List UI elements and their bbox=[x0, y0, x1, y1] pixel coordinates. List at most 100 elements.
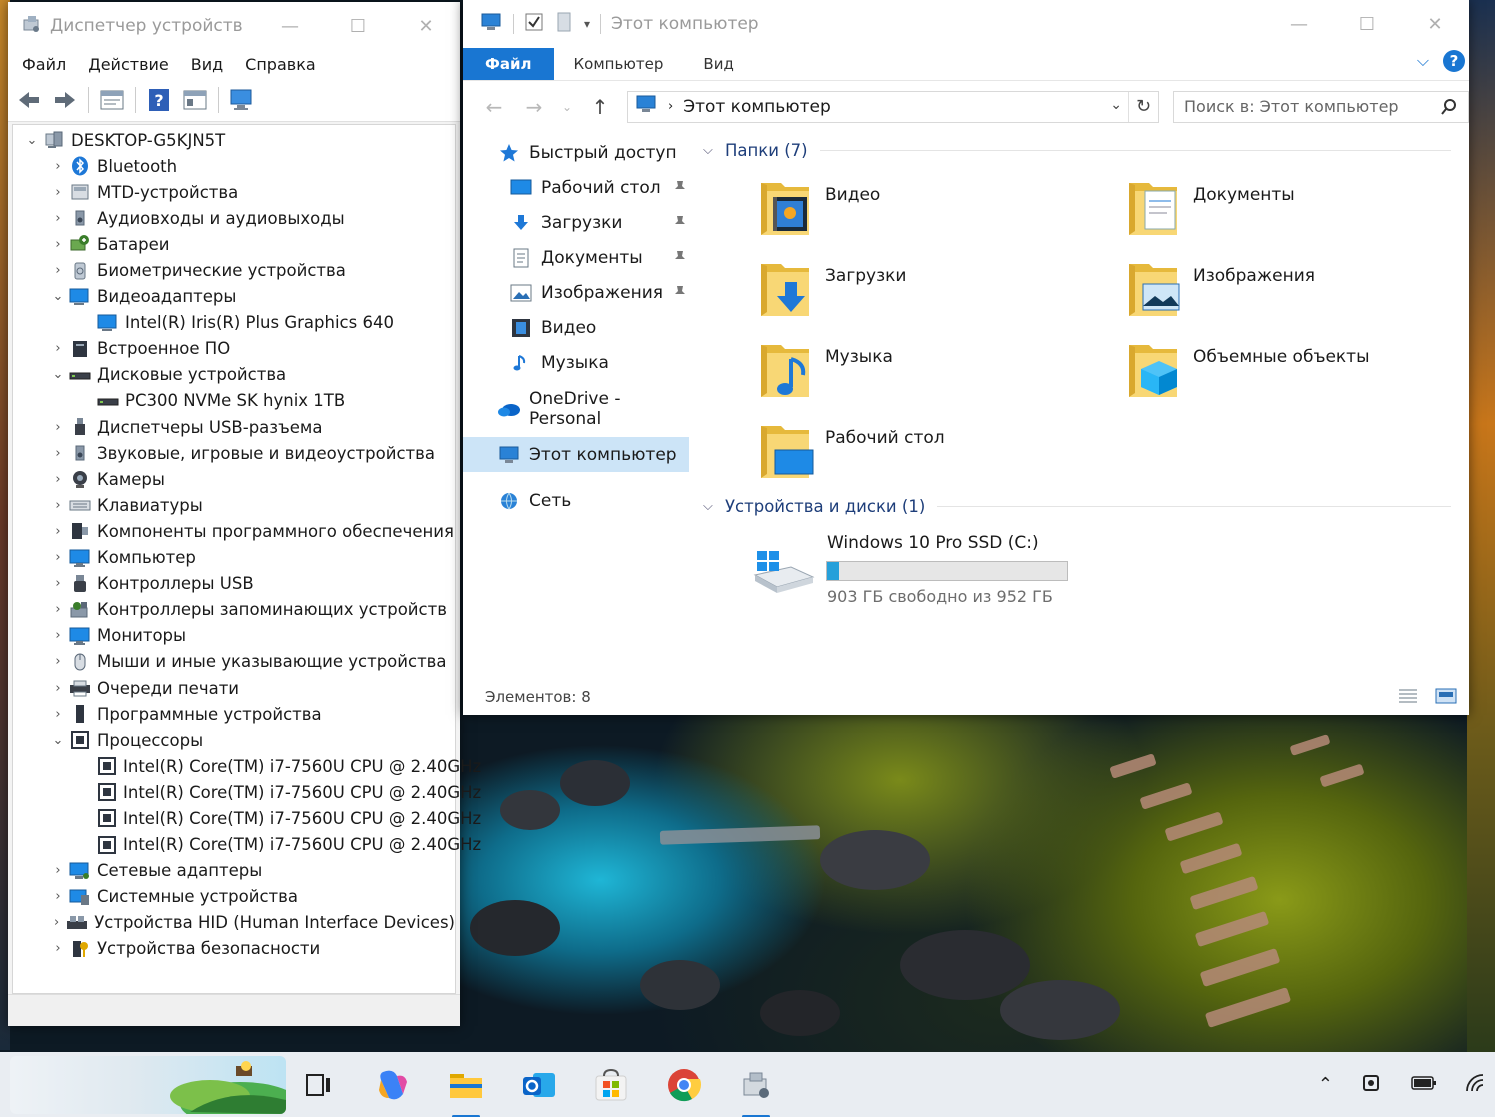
help-icon[interactable]: ? bbox=[1443, 50, 1465, 72]
chevron-right-icon[interactable]: › bbox=[47, 341, 69, 356]
drive-tile[interactable]: Windows 10 Pro SSD (C:) 903 ГБ свободно … bbox=[703, 521, 1463, 631]
tree-category[interactable]: › Сетевые адаптеры bbox=[13, 858, 455, 884]
chevron-right-icon[interactable]: › bbox=[47, 602, 69, 617]
folder-tile[interactable]: Видео bbox=[759, 175, 1099, 239]
tree-device[interactable]: Intel(R) Core(TM) i7-7560U CPU @ 2.40GHz bbox=[13, 779, 481, 805]
menu-help[interactable]: Справка bbox=[245, 55, 316, 74]
folder-tile[interactable]: Музыка bbox=[759, 337, 1099, 401]
new-folder-icon[interactable] bbox=[554, 12, 574, 36]
chevron-right-icon[interactable]: › bbox=[47, 550, 69, 565]
folder-tile[interactable]: Изображения bbox=[1127, 256, 1467, 320]
menu-action[interactable]: Действие bbox=[88, 55, 169, 74]
menu-file[interactable]: Файл bbox=[22, 55, 66, 74]
pin-icon[interactable] bbox=[673, 249, 687, 269]
large-icons-view-icon[interactable] bbox=[1435, 687, 1457, 709]
pin-icon[interactable] bbox=[673, 179, 687, 199]
tree-device[interactable]: Intel(R) Core(TM) i7-7560U CPU @ 2.40GHz bbox=[13, 805, 481, 831]
tree-category[interactable]: › Аудиовходы и аудиовыходы bbox=[13, 205, 455, 231]
devices-group-header[interactable]: ⌵ Устройства и диски (1) bbox=[703, 491, 1463, 521]
chevron-right-icon[interactable]: › bbox=[47, 681, 69, 696]
forward-arrow-icon[interactable]: → bbox=[521, 95, 547, 119]
recent-locations-icon[interactable]: ⌄ bbox=[561, 100, 573, 114]
tree-category[interactable]: › Очереди печати bbox=[13, 675, 455, 701]
chevron-right-icon[interactable]: › bbox=[47, 524, 69, 539]
tree-category[interactable]: › Программные устройства bbox=[13, 701, 455, 727]
tree-category[interactable]: › Встроенное ПО bbox=[13, 336, 455, 362]
chevron-right-icon[interactable]: › bbox=[47, 159, 69, 174]
chevron-right-icon[interactable]: › bbox=[47, 472, 69, 487]
file-explorer-icon[interactable] bbox=[444, 1063, 488, 1117]
address-dropdown-icon[interactable]: ⌄ bbox=[1110, 97, 1122, 113]
tree-device[interactable]: PC300 NVMe SK hynix 1TB bbox=[13, 388, 455, 414]
search-input[interactable]: Поиск в: Этот компьютер bbox=[1173, 90, 1469, 123]
chevron-right-icon[interactable]: › bbox=[47, 263, 69, 278]
copilot-icon[interactable] bbox=[371, 1063, 415, 1107]
nav-item[interactable]: Быстрый доступ bbox=[463, 135, 693, 170]
breadcrumb-separator-icon[interactable]: › bbox=[668, 99, 673, 114]
chevron-right-icon[interactable]: › bbox=[47, 498, 69, 513]
tree-category[interactable]: ⌄ Дисковые устройства bbox=[13, 362, 455, 388]
tab-computer[interactable]: Компьютер bbox=[554, 48, 684, 80]
chrome-icon[interactable] bbox=[662, 1063, 706, 1107]
chevron-right-icon[interactable]: › bbox=[47, 915, 66, 930]
meet-now-icon[interactable] bbox=[1361, 1072, 1383, 1098]
tree-category[interactable]: › Батареи bbox=[13, 231, 455, 257]
device-manager-titlebar[interactable]: Диспетчер устройств — ☐ ✕ bbox=[8, 2, 460, 50]
close-button[interactable]: ✕ bbox=[1401, 0, 1469, 48]
minimize-button[interactable]: — bbox=[1265, 0, 1333, 48]
tree-category[interactable]: › Контроллеры USB bbox=[13, 571, 455, 597]
device-manager-icon[interactable] bbox=[734, 1063, 778, 1117]
pin-icon[interactable] bbox=[673, 214, 687, 234]
breadcrumb[interactable]: Этот компьютер bbox=[683, 97, 831, 117]
chevron-right-icon[interactable]: › bbox=[47, 628, 69, 643]
expand-ribbon-icon[interactable]: ⌵ bbox=[1417, 51, 1429, 71]
tree-device[interactable]: Intel(R) Core(TM) i7-7560U CPU @ 2.40GHz bbox=[13, 832, 481, 858]
maximize-button[interactable]: ☐ bbox=[324, 2, 392, 50]
chevron-right-icon[interactable]: › bbox=[47, 707, 69, 722]
explorer-titlebar[interactable]: ▾ Этот компьютер — ☐ ✕ bbox=[463, 0, 1469, 48]
widgets-button[interactable] bbox=[10, 1056, 286, 1114]
show-hidden-icon[interactable] bbox=[182, 87, 208, 113]
menu-view[interactable]: Вид bbox=[191, 55, 223, 74]
folder-tile[interactable]: Загрузки bbox=[759, 256, 1099, 320]
pin-icon[interactable] bbox=[673, 284, 687, 304]
tree-device[interactable]: Intel(R) Iris(R) Plus Graphics 640 bbox=[13, 310, 455, 336]
quick-access-dropdown-icon[interactable]: ▾ bbox=[584, 17, 590, 31]
nav-item[interactable]: Изображения bbox=[463, 275, 693, 310]
up-arrow-icon[interactable]: ↑ bbox=[587, 95, 613, 119]
nav-item[interactable]: Музыка bbox=[463, 345, 693, 380]
chevron-right-icon[interactable]: › bbox=[47, 446, 69, 461]
folder-tile[interactable]: Объемные объекты bbox=[1127, 337, 1467, 401]
chevron-right-icon[interactable]: › bbox=[47, 420, 69, 435]
tree-category[interactable]: › Диспетчеры USB-разъема bbox=[13, 414, 455, 440]
store-icon[interactable] bbox=[589, 1063, 633, 1107]
task-view-icon[interactable] bbox=[297, 1063, 341, 1107]
chevron-right-icon[interactable]: › bbox=[47, 889, 69, 904]
tree-category[interactable]: › Клавиатуры bbox=[13, 492, 455, 518]
chevron-up-icon[interactable]: ⌃ bbox=[1318, 1074, 1333, 1095]
outlook-icon[interactable] bbox=[517, 1063, 561, 1107]
tree-category[interactable]: › Биометрические устройства bbox=[13, 257, 455, 283]
nav-item[interactable]: OneDrive - Personal bbox=[463, 389, 693, 429]
nav-item[interactable]: Загрузки bbox=[463, 205, 693, 240]
properties-icon[interactable] bbox=[99, 87, 125, 113]
tree-category[interactable]: ⌄ Процессоры bbox=[13, 727, 455, 753]
chevron-right-icon[interactable]: › bbox=[47, 185, 69, 200]
tree-category[interactable]: › Устройства HID (Human Interface Devices… bbox=[13, 910, 455, 936]
chevron-down-icon[interactable]: ⌄ bbox=[47, 733, 69, 748]
tree-category[interactable]: › Устройства безопасности bbox=[13, 936, 455, 962]
nav-item[interactable]: Рабочий стол bbox=[463, 170, 693, 205]
tree-category[interactable]: › Мониторы bbox=[13, 623, 455, 649]
wifi-icon[interactable] bbox=[1465, 1073, 1485, 1097]
nav-item[interactable]: Сеть bbox=[463, 483, 693, 518]
tree-category[interactable]: › Контроллеры запоминающих устройств bbox=[13, 597, 455, 623]
tree-category[interactable]: › Компоненты программного обеспечения bbox=[13, 518, 455, 544]
tree-category[interactable]: › Камеры bbox=[13, 466, 455, 492]
nav-item[interactable]: Видео bbox=[463, 310, 693, 345]
chevron-right-icon[interactable]: › bbox=[47, 654, 69, 669]
properties-check-icon[interactable] bbox=[524, 12, 544, 36]
chevron-right-icon[interactable]: › bbox=[47, 211, 69, 226]
folder-tile[interactable]: Рабочий стол bbox=[759, 418, 1099, 482]
chevron-right-icon[interactable]: › bbox=[47, 576, 69, 591]
tab-view[interactable]: Вид bbox=[683, 48, 753, 80]
